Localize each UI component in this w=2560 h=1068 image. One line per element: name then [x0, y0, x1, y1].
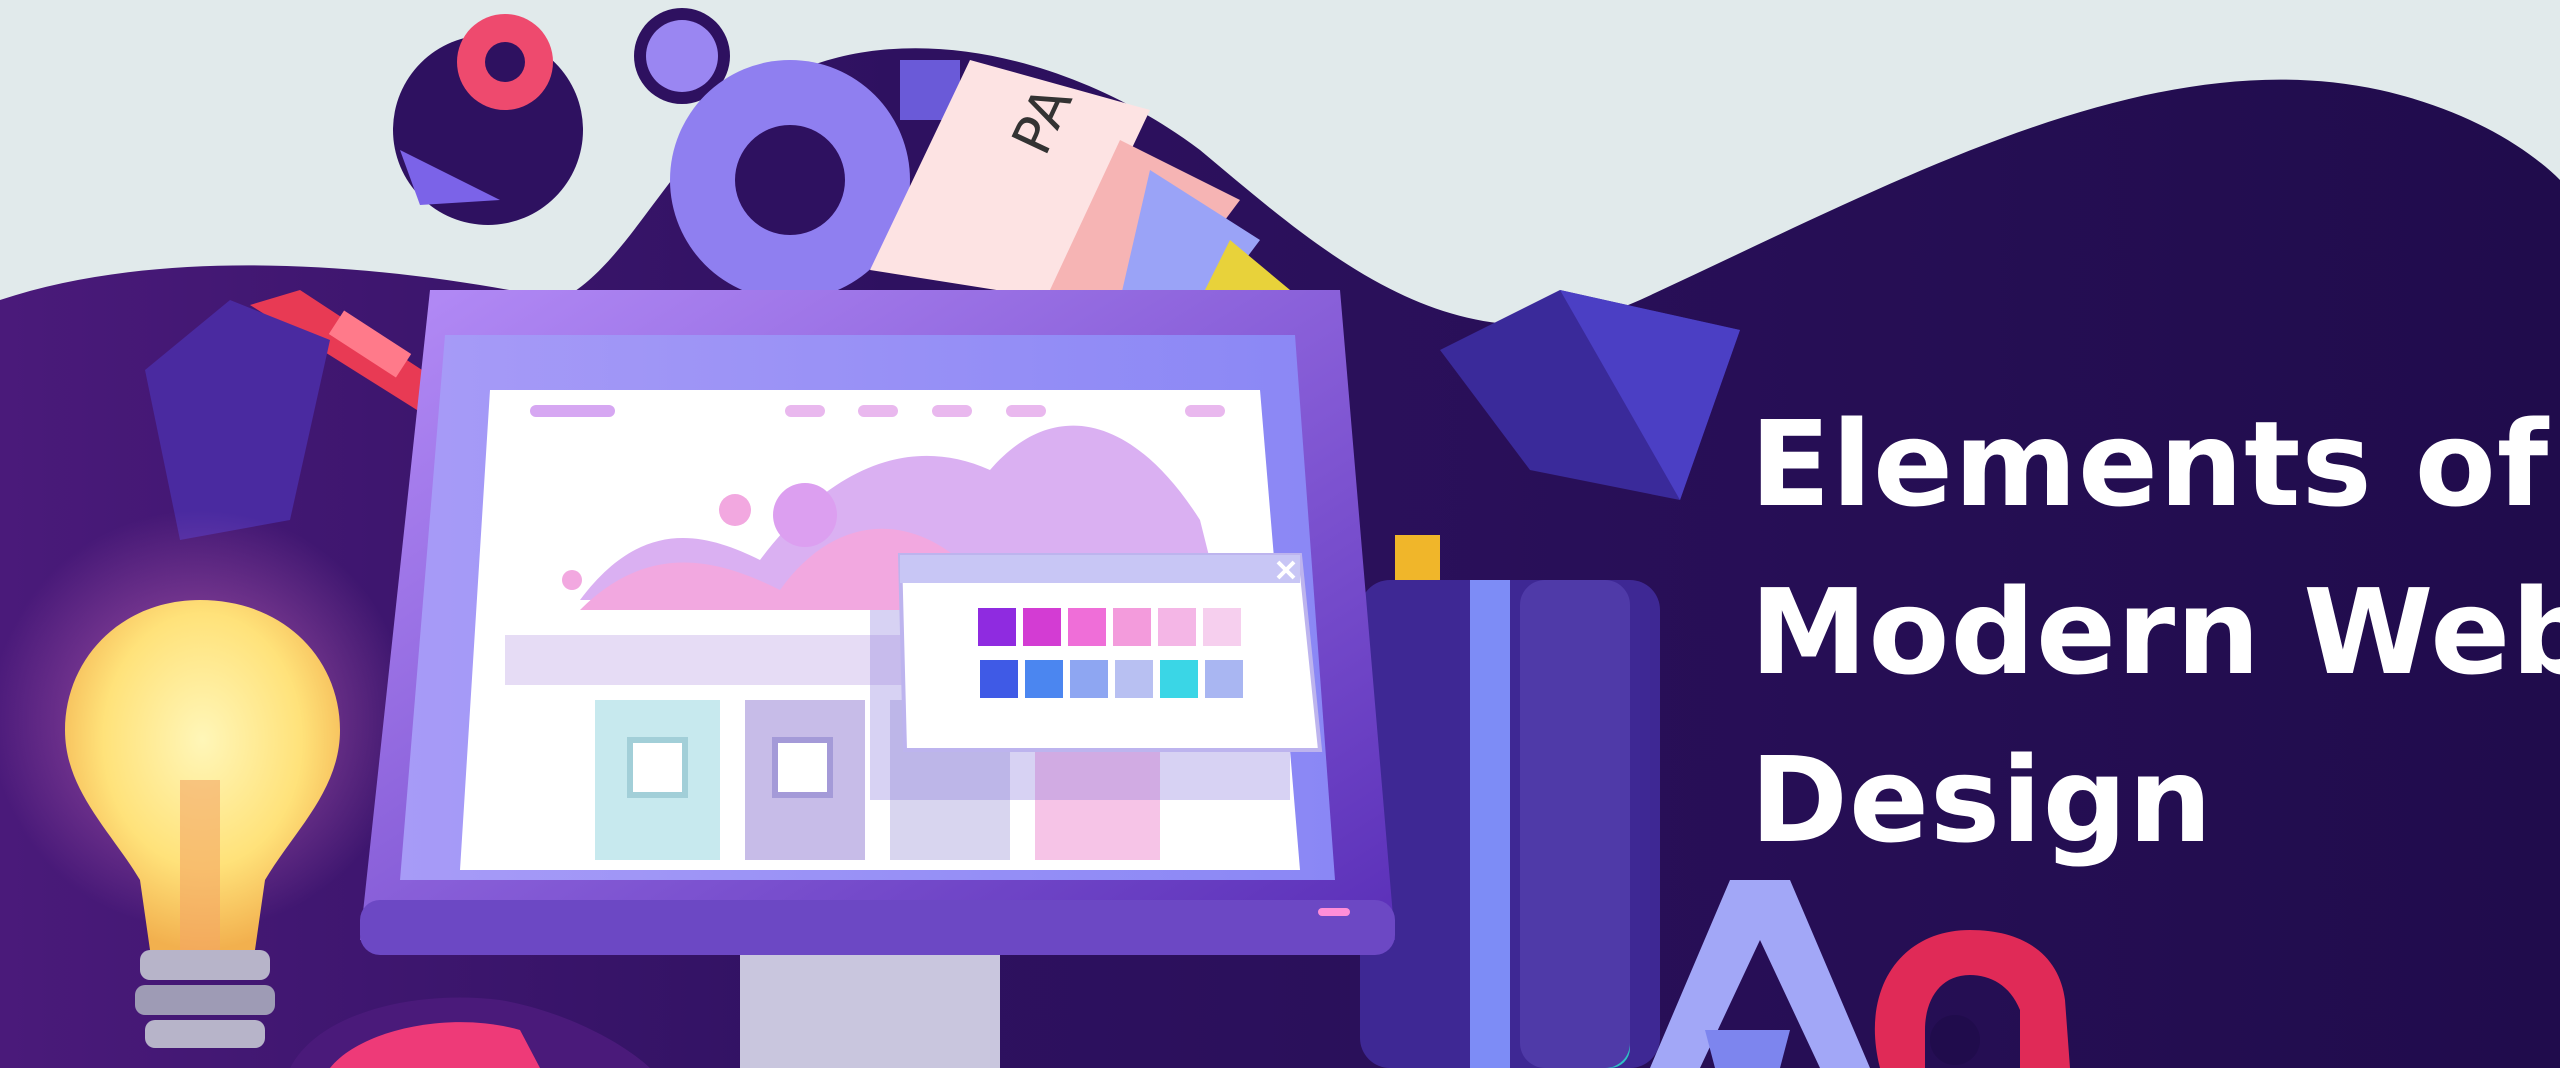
title-line-3: Design — [1750, 731, 2214, 869]
title-line-1: Elements of — [1750, 395, 2550, 533]
hero-banner: PA Elements of Modern Web Design — [0, 0, 2560, 1068]
title-line-2: Modern Web — [1750, 563, 2560, 701]
gear-circle — [393, 14, 583, 225]
book-icon — [1360, 535, 1660, 1068]
monitor-icon — [360, 290, 1395, 1068]
page-title: Elements of Modern Web Design — [1750, 380, 2560, 884]
color-swatch-icon — [870, 553, 1323, 800]
